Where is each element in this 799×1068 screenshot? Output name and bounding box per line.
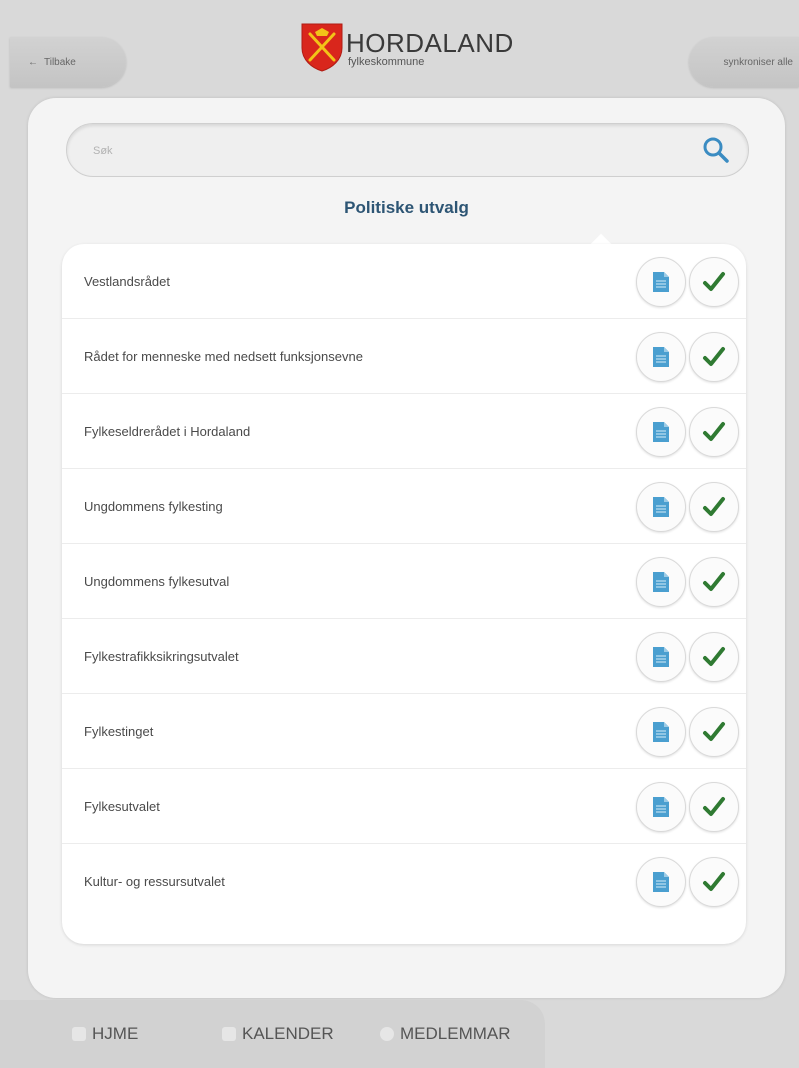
home-icon — [72, 1027, 86, 1041]
check-button[interactable] — [689, 257, 739, 307]
document-icon — [653, 347, 669, 367]
list-item[interactable]: Rådet for menneske med nedsett funksjons… — [62, 319, 746, 394]
list-item-label: Fylkesutvalet — [84, 798, 160, 814]
list-item[interactable]: Kultur- og ressursutvalet — [62, 844, 746, 918]
list-item-label: Ungdommens fylkesting — [84, 498, 223, 514]
document-button[interactable] — [636, 782, 686, 832]
nav-home[interactable]: HJME — [72, 1024, 138, 1044]
check-button[interactable] — [689, 482, 739, 532]
document-button[interactable] — [636, 557, 686, 607]
document-button[interactable] — [636, 707, 686, 757]
check-button[interactable] — [689, 332, 739, 382]
search-input[interactable] — [91, 140, 695, 162]
logo: HORDALAND fylkeskommune — [300, 22, 514, 82]
document-button[interactable] — [636, 407, 686, 457]
check-button[interactable] — [689, 857, 739, 907]
list-item[interactable]: Vestlandsrådet — [62, 244, 746, 319]
checkmark-icon — [703, 347, 725, 366]
nav-home-label: HJME — [92, 1024, 139, 1043]
document-icon — [653, 572, 669, 592]
check-button[interactable] — [689, 557, 739, 607]
check-button[interactable] — [689, 632, 739, 682]
list-item-label: Fylkeseldrerådet i Hordaland — [84, 423, 251, 439]
document-icon — [653, 722, 669, 742]
document-icon — [653, 797, 669, 817]
check-button[interactable] — [689, 707, 739, 757]
main-panel: Politiske utvalg Vestlandsrådet Rådet fo… — [28, 98, 785, 998]
document-button[interactable] — [636, 482, 686, 532]
checkmark-icon — [703, 647, 725, 666]
checkmark-icon — [703, 797, 725, 816]
document-icon — [653, 422, 669, 442]
list-item[interactable]: Fylkesutvalet — [62, 769, 746, 844]
list-item-label: Vestlandsrådet — [84, 273, 171, 289]
bottom-nav: HJME KALENDER MEDLEMMAR — [0, 1000, 545, 1068]
check-button[interactable] — [689, 407, 739, 457]
nav-calendar-label: KALENDER — [242, 1024, 334, 1043]
nav-members[interactable]: MEDLEMMAR — [380, 1024, 511, 1044]
list-item[interactable]: Fylkestinget — [62, 694, 746, 769]
committee-list: Vestlandsrådet Rådet for menneske med ne… — [62, 244, 746, 944]
document-icon — [653, 647, 669, 667]
list-item[interactable]: Fylkestrafikksikringsutvalet — [62, 619, 746, 694]
list-item[interactable]: Fylkeseldrerådet i Hordaland — [62, 394, 746, 469]
calendar-icon — [222, 1027, 236, 1041]
checkmark-icon — [703, 572, 725, 591]
search-bar — [66, 123, 749, 177]
nav-calendar[interactable]: KALENDER — [222, 1024, 334, 1044]
search-icon[interactable] — [702, 136, 730, 164]
document-button[interactable] — [636, 257, 686, 307]
document-icon — [653, 872, 669, 892]
document-button[interactable] — [636, 332, 686, 382]
check-button[interactable] — [689, 782, 739, 832]
document-icon — [653, 497, 669, 517]
hordaland-shield-icon — [301, 23, 343, 72]
checkmark-icon — [703, 422, 725, 441]
checkmark-icon — [703, 497, 725, 516]
logo-subtitle: fylkeskommune — [348, 56, 425, 68]
top-bar: ← Tilbake HORDALAND fylkeskommune synkro… — [0, 0, 799, 110]
list-item-label: Kultur- og ressursutvalet — [84, 873, 225, 889]
list-item-label: Ungdommens fylkesutval — [84, 573, 230, 589]
section-title: Politiske utvalg — [344, 198, 469, 217]
document-icon — [653, 272, 669, 292]
members-icon — [380, 1027, 394, 1041]
logo-title: HORDALAND — [346, 28, 514, 58]
checkmark-icon — [703, 272, 725, 291]
list-item-label: Rådet for menneske med nedsett funksjons… — [84, 348, 363, 364]
document-button[interactable] — [636, 632, 686, 682]
sync-all-button[interactable]: synkroniser alle — [689, 37, 799, 87]
list-item[interactable]: Ungdommens fylkesting — [62, 469, 746, 544]
sync-all-label: synkroniser alle — [723, 56, 793, 68]
back-button[interactable]: ← Tilbake — [10, 37, 126, 87]
checkmark-icon — [703, 722, 725, 741]
nav-members-label: MEDLEMMAR — [400, 1024, 511, 1043]
checkmark-icon — [703, 872, 725, 891]
back-button-label: Tilbake — [44, 56, 76, 68]
back-arrow-icon: ← — [28, 56, 38, 68]
list-item-label: Fylkestrafikksikringsutvalet — [84, 648, 239, 664]
list-item[interactable]: Ungdommens fylkesutval — [62, 544, 746, 619]
document-button[interactable] — [636, 857, 686, 907]
list-item-label: Fylkestinget — [84, 723, 154, 739]
